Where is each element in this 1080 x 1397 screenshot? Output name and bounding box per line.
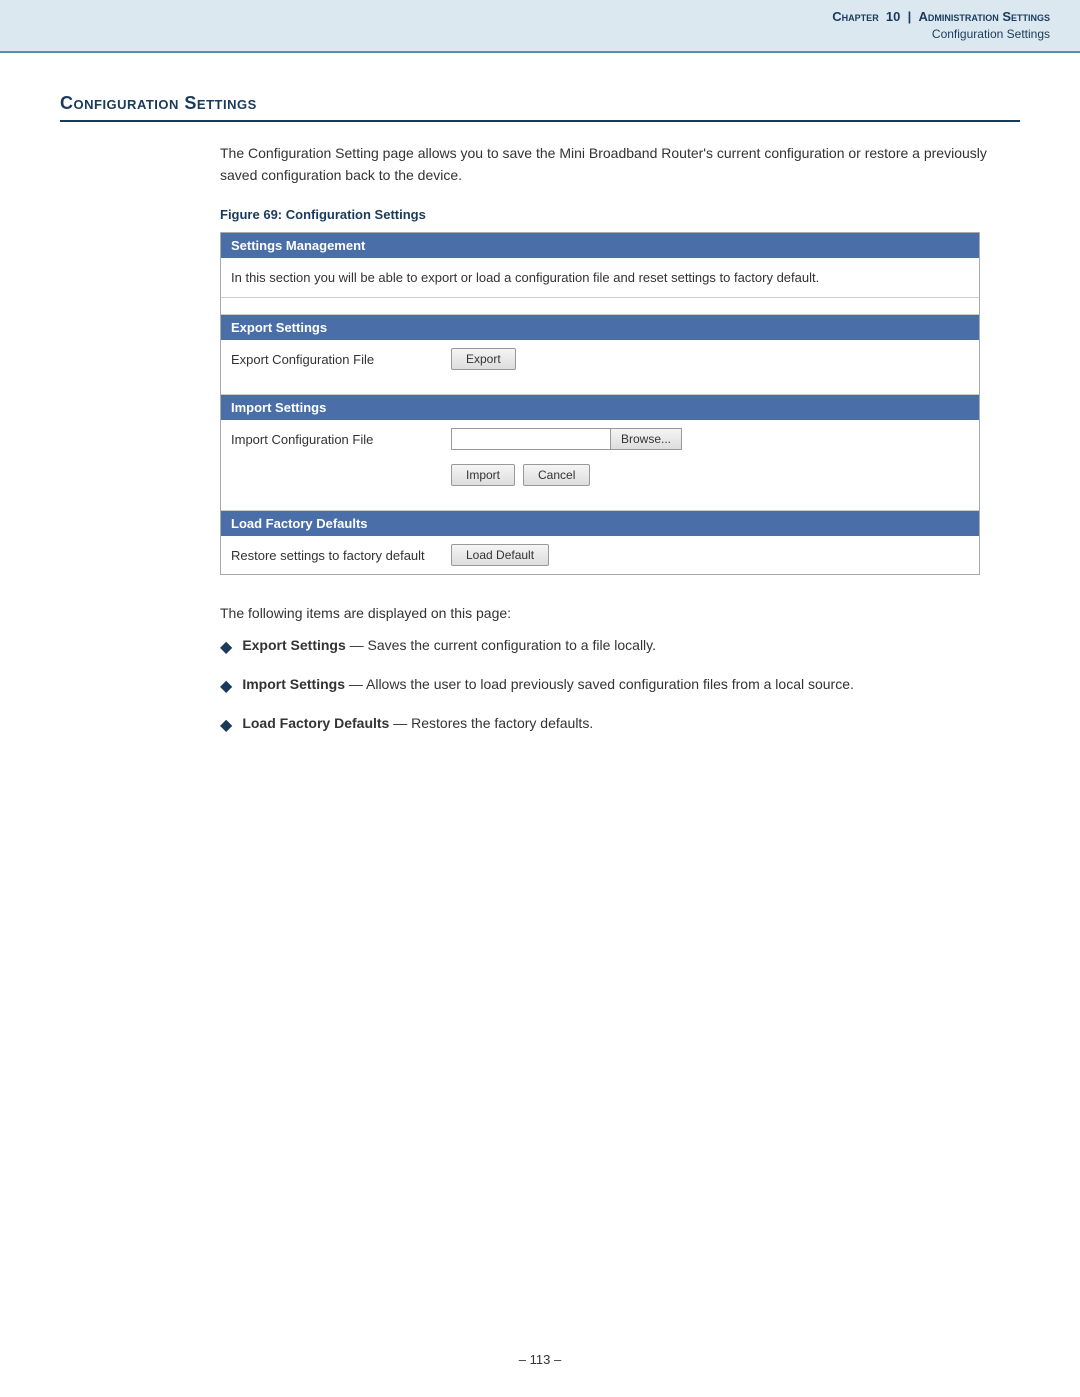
chapter-number: 10 xyxy=(886,9,900,24)
header-separator: | xyxy=(908,9,912,24)
load-factory-section: Load Factory Defaults Restore settings t… xyxy=(221,510,979,574)
import-row: Import Configuration File Browse... xyxy=(221,420,979,458)
bullet-diamond-2: ◆ xyxy=(220,675,232,699)
intro-paragraph: The Configuration Setting page allows yo… xyxy=(220,142,1020,187)
spacer2 xyxy=(221,378,979,394)
footer: – 113 – xyxy=(0,1352,1080,1367)
import-config-label: Import Configuration File xyxy=(231,432,451,447)
bullet-diamond-3: ◆ xyxy=(220,714,232,738)
page-header: Chapter 10 | Administration Settings Con… xyxy=(0,0,1080,53)
bullet-text-import: Import Settings — Allows the user to loa… xyxy=(242,674,854,695)
section-title-block: Configuration Settings xyxy=(60,93,1020,122)
bullets-intro: The following items are displayed on thi… xyxy=(220,605,980,621)
load-factory-header: Load Factory Defaults xyxy=(221,511,979,536)
import-button[interactable]: Import xyxy=(451,464,515,486)
bullet-diamond-1: ◆ xyxy=(220,636,232,660)
bullet-text-factory: Load Factory Defaults — Restores the fac… xyxy=(242,713,593,734)
load-factory-row: Restore settings to factory default Load… xyxy=(221,536,979,574)
bullet-desc-import: — Allows the user to load previously sav… xyxy=(345,676,854,692)
page-number: – 113 – xyxy=(519,1352,561,1367)
bullet-item-factory: ◆ Load Factory Defaults — Restores the f… xyxy=(220,713,980,738)
settings-management-header: Settings Management xyxy=(221,233,979,258)
import-controls: Browse... xyxy=(451,428,682,450)
section-title: Configuration Settings xyxy=(60,93,1020,114)
import-settings-header: Import Settings xyxy=(221,395,979,420)
export-config-label: Export Configuration File xyxy=(231,352,451,367)
import-cancel-row: Import Cancel xyxy=(221,458,979,494)
export-settings-header: Export Settings xyxy=(221,315,979,340)
file-text-input[interactable] xyxy=(451,428,611,450)
load-factory-controls: Load Default xyxy=(451,544,549,566)
bullet-text-export: Export Settings — Saves the current conf… xyxy=(242,635,656,656)
chapter-label: Chapter 10 | Administration Settings xyxy=(832,8,1050,26)
bullet-term-import: Import Settings xyxy=(242,676,345,692)
export-button[interactable]: Export xyxy=(451,348,516,370)
figure-caption: Figure 69: Configuration Settings xyxy=(220,207,1020,222)
import-settings-section: Import Settings Import Configuration Fil… xyxy=(221,394,979,494)
chapter-word: Chapter xyxy=(832,9,878,24)
bullet-term-factory: Load Factory Defaults xyxy=(242,715,389,731)
settings-management-description: In this section you will be able to expo… xyxy=(221,258,979,299)
bullet-desc-factory: — Restores the factory defaults. xyxy=(389,715,593,731)
export-row: Export Configuration File Export xyxy=(221,340,979,378)
spacer1 xyxy=(221,298,979,314)
spacer3 xyxy=(221,494,979,510)
export-settings-section: Export Settings Export Configuration Fil… xyxy=(221,314,979,378)
header-right: Chapter 10 | Administration Settings Con… xyxy=(832,8,1050,43)
restore-label: Restore settings to factory default xyxy=(231,548,451,563)
load-default-button[interactable]: Load Default xyxy=(451,544,549,566)
header-subtitle: Configuration Settings xyxy=(832,26,1050,43)
bullets-section: The following items are displayed on thi… xyxy=(220,605,980,738)
main-content: Configuration Settings The Configuration… xyxy=(0,53,1080,794)
header-title: Administration Settings xyxy=(919,9,1051,24)
browse-button[interactable]: Browse... xyxy=(611,428,682,450)
cancel-button[interactable]: Cancel xyxy=(523,464,590,486)
bullet-desc-export: — Saves the current configuration to a f… xyxy=(346,637,656,653)
config-panel: Settings Management In this section you … xyxy=(220,232,980,576)
bullet-item-import: ◆ Import Settings — Allows the user to l… xyxy=(220,674,980,699)
bullet-item-export: ◆ Export Settings — Saves the current co… xyxy=(220,635,980,660)
export-controls: Export xyxy=(451,348,516,370)
bullet-term-export: Export Settings xyxy=(242,637,345,653)
